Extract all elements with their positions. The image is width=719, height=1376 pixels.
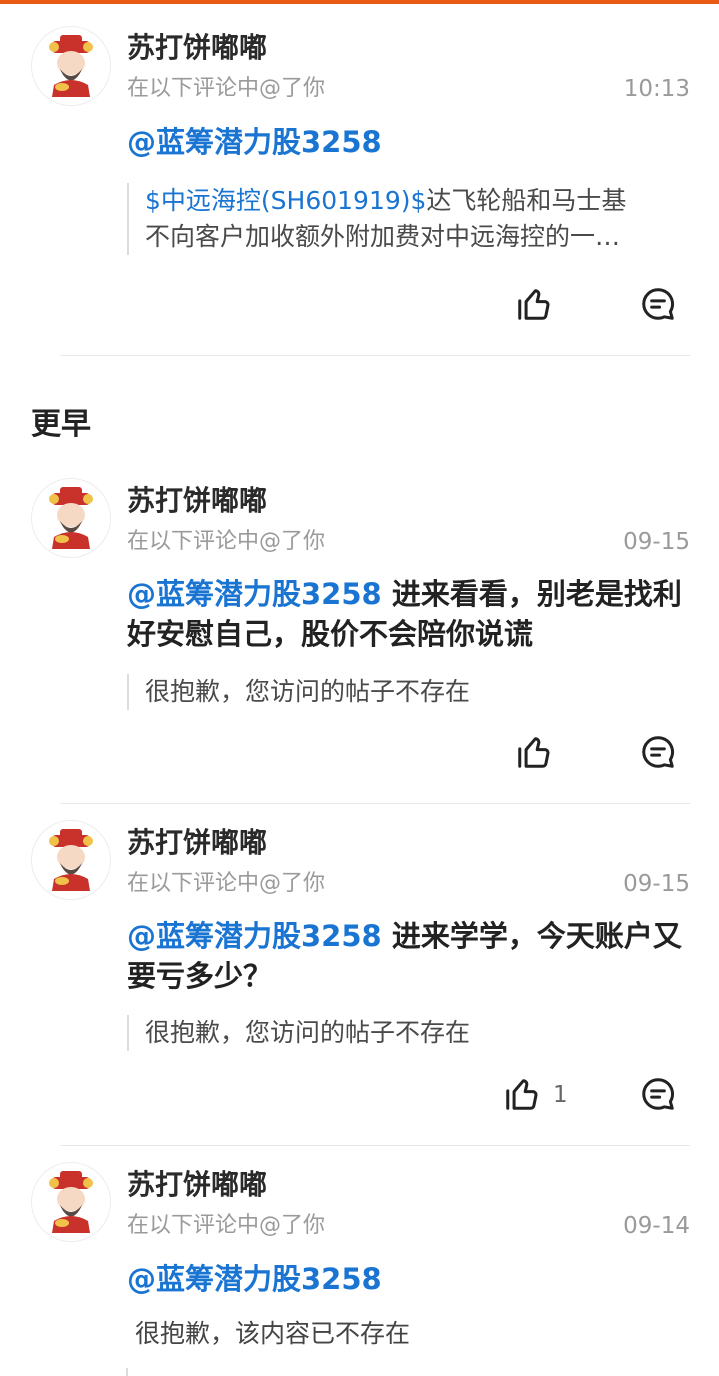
comment-bubble-icon: [642, 288, 675, 320]
comment-bubble-icon: [642, 736, 675, 768]
user-avatar[interactable]: [31, 478, 111, 558]
timestamp: 09-14: [623, 1213, 690, 1239]
like-button[interactable]: [514, 284, 554, 324]
mention-subtitle: 在以下评论中@了你: [127, 871, 326, 896]
timestamp: 09-15: [623, 871, 690, 897]
thumbs-up-icon: [518, 737, 550, 768]
caishen-avatar-icon: [32, 1163, 110, 1241]
user-avatar[interactable]: [31, 26, 111, 106]
mention-link[interactable]: @蓝筹潜力股3258: [127, 125, 382, 159]
thumbs-up-icon: [506, 1079, 538, 1110]
comment-button[interactable]: [638, 1074, 678, 1114]
deleted-notice: 很抱歉，您访问的帖子不存在: [145, 1018, 471, 1047]
mention-subtitle: 在以下评论中@了你: [127, 1213, 326, 1238]
section-header-earlier: 更早: [31, 407, 91, 442]
caishen-avatar-icon: [32, 479, 110, 557]
mention-link[interactable]: @蓝筹潜力股3258: [127, 1262, 382, 1296]
user-avatar[interactable]: [31, 1162, 111, 1242]
user-name[interactable]: 苏打饼嘟嘟: [127, 484, 267, 518]
mention-link[interactable]: @蓝筹潜力股3258: [127, 919, 382, 953]
quoted-post-deleted: 很抱歉，您访问的帖子不存在: [127, 1015, 705, 1051]
caishen-avatar-icon: [32, 27, 110, 105]
deleted-notice: 很抱歉，您访问的帖子不存在: [145, 677, 471, 706]
thumbs-up-icon: [518, 289, 550, 320]
comment-button[interactable]: [638, 284, 678, 324]
comment-button[interactable]: [638, 732, 678, 772]
deleted-notice: 很抱歉，该内容已不存在: [135, 1319, 411, 1348]
mention-subtitle: 在以下评论中@了你: [127, 529, 326, 554]
quote-text: 达飞轮船和马士基: [426, 186, 627, 215]
item-divider: [60, 803, 690, 804]
quote-border-fragment: [126, 1368, 128, 1376]
item-divider: [60, 1145, 690, 1146]
top-accent-bar: [0, 0, 719, 4]
comment-body[interactable]: @蓝筹潜力股3258 进来看看，别老是找利好安慰自己，股价不会陪你说谎: [127, 574, 692, 654]
comment-body[interactable]: @蓝筹潜力股3258: [127, 122, 692, 162]
comment-body[interactable]: @蓝筹潜力股3258 进来学学，今天账户又要亏多少？: [127, 916, 692, 996]
timestamp: 10:13: [623, 76, 690, 102]
like-button[interactable]: [514, 732, 554, 772]
item-divider: [60, 355, 690, 356]
user-name[interactable]: 苏打饼嘟嘟: [127, 31, 267, 65]
like-button[interactable]: [502, 1074, 542, 1114]
stock-link[interactable]: $中远海控(SH601919)$: [145, 186, 426, 215]
comment-body[interactable]: @蓝筹潜力股3258: [127, 1259, 692, 1299]
timestamp: 09-15: [623, 529, 690, 555]
caishen-avatar-icon: [32, 821, 110, 899]
quoted-post-deleted: 很抱歉，您访问的帖子不存在: [127, 674, 705, 710]
quoted-post[interactable]: $中远海控(SH601919)$达飞轮船和马士基 不向客户加收额外附加费对中远海…: [127, 183, 705, 255]
user-name[interactable]: 苏打饼嘟嘟: [127, 1168, 267, 1202]
quote-text-line2: 不向客户加收额外附加费对中远海控的一…: [145, 222, 621, 251]
user-avatar[interactable]: [31, 820, 111, 900]
like-count: 1: [553, 1082, 568, 1108]
mention-link[interactable]: @蓝筹潜力股3258: [127, 577, 382, 611]
comment-bubble-icon: [642, 1078, 675, 1110]
mention-subtitle: 在以下评论中@了你: [127, 76, 326, 101]
user-name[interactable]: 苏打饼嘟嘟: [127, 826, 267, 860]
